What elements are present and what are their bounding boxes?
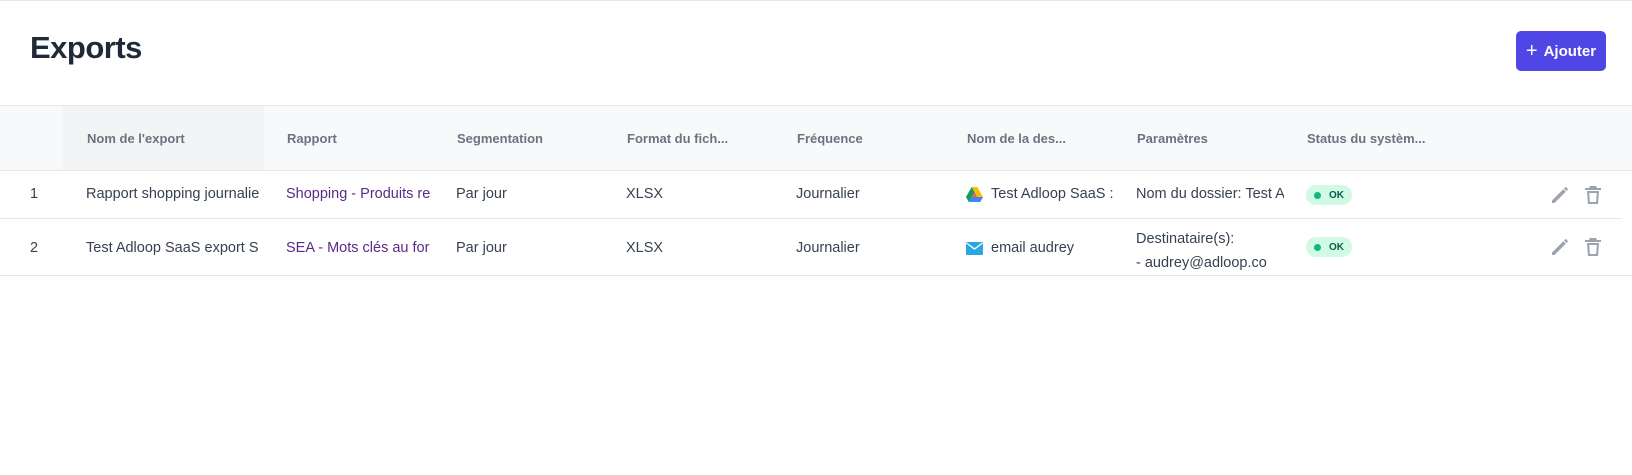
recipient-email: - audrey@adloop.co bbox=[1136, 255, 1267, 271]
status-dot-icon bbox=[1314, 191, 1321, 199]
status-badge: OK bbox=[1306, 185, 1352, 205]
row-file-format: XLSX bbox=[626, 240, 664, 256]
row-export-name: Test Adloop SaaS export S bbox=[86, 240, 259, 256]
header-frequency[interactable]: Fréquence bbox=[797, 131, 863, 146]
header-parameters[interactable]: Paramètres bbox=[1137, 131, 1208, 146]
status-label: OK bbox=[1329, 189, 1344, 201]
email-icon bbox=[966, 241, 983, 255]
header-segmentation[interactable]: Segmentation bbox=[457, 131, 543, 146]
header-system-status[interactable]: Status du systèm... bbox=[1307, 131, 1425, 146]
header-report[interactable]: Rapport bbox=[287, 131, 337, 146]
row-destination: Test Adloop SaaS : bbox=[966, 186, 1114, 202]
status-label: OK bbox=[1329, 241, 1344, 253]
header-export-name[interactable]: Nom de l'export bbox=[87, 131, 185, 146]
row-index: 1 bbox=[30, 186, 39, 202]
add-export-button[interactable]: + Ajouter bbox=[1516, 31, 1606, 71]
row-segmentation: Par jour bbox=[456, 186, 507, 202]
edit-icon[interactable] bbox=[1550, 185, 1570, 205]
delete-icon[interactable] bbox=[1584, 237, 1602, 257]
header-file-format[interactable]: Format du fich... bbox=[627, 131, 728, 146]
delete-icon[interactable] bbox=[1584, 185, 1602, 205]
row-file-format: XLSX bbox=[626, 186, 664, 202]
row-report-link[interactable]: Shopping - Produits re bbox=[286, 186, 434, 202]
top-divider bbox=[0, 0, 1632, 1]
table-row[interactable]: 2 Test Adloop SaaS export S SEA - Mots c… bbox=[0, 219, 1632, 276]
status-dot-icon bbox=[1314, 243, 1321, 251]
table-row[interactable]: 1 Rapport shopping journalie Shopping - … bbox=[0, 171, 1622, 219]
destination-label: Test Adloop SaaS : bbox=[991, 186, 1114, 202]
table-header: Nom de l'export Rapport Segmentation For… bbox=[0, 105, 1632, 171]
destination-label: email audrey bbox=[991, 240, 1075, 256]
row-segmentation: Par jour bbox=[456, 240, 507, 256]
edit-icon[interactable] bbox=[1550, 237, 1570, 257]
plus-icon: + bbox=[1525, 40, 1538, 62]
add-button-label: Ajouter bbox=[1543, 42, 1597, 60]
page-title: Exports bbox=[30, 30, 142, 65]
row-destination: email audrey bbox=[966, 240, 1114, 256]
row-export-name: Rapport shopping journalie bbox=[86, 186, 260, 202]
row-report-link[interactable]: SEA - Mots clés au for bbox=[286, 240, 434, 256]
status-badge: OK bbox=[1306, 237, 1352, 257]
row-frequency: Journalier bbox=[796, 240, 860, 256]
row-parameters: Nom du dossier: Test A bbox=[1136, 186, 1284, 202]
recipients-label: Destinataire(s): bbox=[1136, 231, 1235, 247]
row-frequency: Journalier bbox=[796, 186, 860, 202]
exports-table: Nom de l'export Rapport Segmentation For… bbox=[0, 105, 1632, 276]
row-index: 2 bbox=[30, 240, 39, 256]
google-drive-icon bbox=[966, 186, 983, 202]
header-destination-name[interactable]: Nom de la des... bbox=[967, 131, 1066, 146]
row-parameters: Destinataire(s): - audrey@adloop.co bbox=[1136, 227, 1286, 275]
